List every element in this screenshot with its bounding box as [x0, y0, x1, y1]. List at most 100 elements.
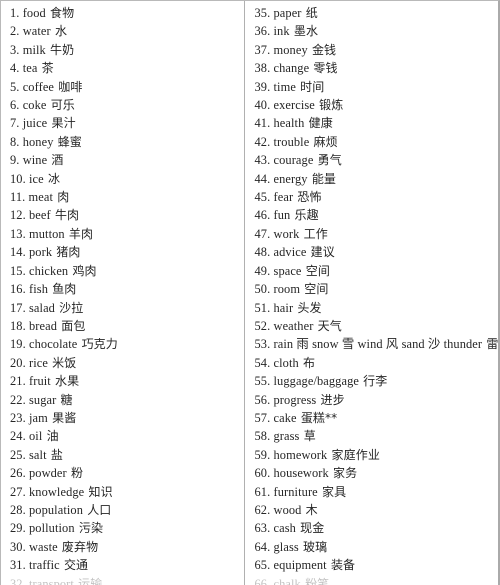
entry-term-english: courage [273, 153, 314, 168]
vocabulary-entry: 56. progress 进步 [255, 391, 494, 409]
entry-gloss-chinese: 空间 [305, 263, 330, 278]
vocabulary-entry: 32. transport 运输 [10, 575, 240, 585]
vocabulary-entry: 16. fish 鱼肉 [10, 280, 240, 298]
entry-gloss-chinese: 水 [54, 24, 68, 39]
entry-gloss-chinese: 蜂蜜 [57, 134, 82, 149]
entry-term-english: chalk [273, 576, 301, 585]
vocabulary-entry: 45. fear 恐怖 [255, 188, 494, 206]
vocabulary-entry: 63. cash 现金 [255, 519, 494, 537]
entry-term-english: work [273, 226, 300, 241]
vocabulary-entry: 14. pork 猪肉 [10, 243, 240, 261]
vocabulary-entry: 51. hair 头发 [255, 299, 494, 317]
entry-number: 49. [254, 263, 271, 278]
entry-number: 56. [254, 392, 271, 407]
entry-gloss-chinese: 鸡肉 [72, 263, 97, 278]
entry-term-english: powder [29, 466, 67, 481]
vocabulary-entry: 36. ink 墨水 [255, 22, 494, 40]
vocabulary-entry: 27. knowledge 知识 [10, 483, 240, 501]
entry-gloss-chinese: 进步 [320, 392, 345, 407]
entry-gloss-chinese: 恐怖 [297, 190, 322, 205]
entry-number: 59. [254, 447, 271, 462]
vocabulary-entry: 42. trouble 麻烦 [255, 133, 494, 151]
document-page: 1. food 食物 2. water 水 3. milk 牛奶 4. tea 茶 5.… [0, 0, 500, 585]
entry-gloss-chinese: 能量 [311, 171, 337, 186]
vocabulary-entry: 52. weather 天气 [255, 317, 494, 335]
vocabulary-entry: 20. rice 米饭 [10, 354, 240, 372]
entry-gloss-chinese: 木 [305, 502, 318, 517]
vocabulary-entry: 47. work 工作 [255, 225, 494, 243]
vocabulary-entry: 18. bread 面包 [10, 317, 240, 335]
vocabulary-entry: 44. energy 能量 [255, 170, 494, 188]
vocabulary-entry: 58. grass 草 [255, 427, 494, 445]
entry-term-english: equipment [273, 558, 327, 573]
vocabulary-entry: 19. chocolate 巧克力 [10, 335, 240, 353]
entry-term-english: fear [273, 190, 294, 205]
entry-number: 15. [10, 263, 26, 278]
entry-gloss-chinese: 家庭作业 [331, 447, 380, 462]
entry-number: 35. [254, 6, 271, 20]
entry-number: 8. [10, 134, 20, 149]
entry-term-english: grass [273, 429, 300, 444]
entry-term-english: tea [22, 61, 38, 76]
entry-number: 2. [10, 24, 20, 39]
right-column: 35. paper 纸 36. ink 墨水 37. money 金钱 38. cha… [243, 1, 498, 585]
entry-number: 39. [254, 79, 271, 94]
entry-term-english: weather [273, 318, 314, 333]
entry-gloss-chinese: 水果 [55, 374, 80, 389]
vocabulary-entry: 2. water 水 [10, 22, 240, 40]
entry-number: 37. [254, 42, 271, 57]
entry-number: 5. [10, 79, 20, 94]
entry-gloss-chinese: 咖啡 [58, 79, 83, 94]
entry-gloss-chinese: 行李 [363, 374, 388, 389]
vocabulary-entry: 12. beef 牛肉 [10, 206, 240, 224]
vocabulary-entry: 5. coffee 咖啡 [10, 78, 240, 96]
entry-number: 47. [254, 226, 271, 241]
entry-gloss-chinese: 天气 [317, 318, 342, 333]
entry-term-english: meat [28, 190, 54, 205]
entry-gloss-chinese: 锻炼 [319, 98, 344, 113]
vocabulary-entry: 11. meat 肉 [10, 188, 240, 206]
entry-gloss-chinese: 茶 [41, 61, 54, 76]
entry-gloss-chinese: 人口 [87, 502, 112, 517]
entry-term-english: ink [273, 24, 290, 39]
entry-number: 13. [10, 226, 26, 241]
entry-term-english: knowledge [29, 484, 85, 499]
vocabulary-entry: 54. cloth 布 [255, 354, 494, 372]
entry-term-english: fun [273, 208, 291, 223]
entry-number: 30. [10, 539, 26, 554]
entry-gloss-chinese: 肉 [57, 190, 70, 205]
entry-number: 17. [10, 300, 26, 315]
entry-term-english: housework [273, 466, 329, 481]
entry-term-english: cash [273, 521, 296, 536]
entry-term-english: paper [273, 6, 302, 20]
entry-gloss-chinese: 麻烦 [313, 134, 338, 149]
entry-number: 19. [10, 337, 26, 352]
entry-number: 45. [254, 190, 271, 205]
vocabulary-entry: 59. homework 家庭作业 [255, 446, 494, 464]
entry-gloss-chinese: 鱼肉 [52, 282, 77, 297]
entry-term-english: cake [273, 410, 297, 425]
entry-gloss-chinese: 草 [303, 429, 316, 444]
entry-term-english: fruit [29, 374, 51, 389]
entry-number: 14. [10, 245, 26, 260]
entry-term-english: honey [22, 134, 54, 149]
entry-gloss-chinese: 运输 [78, 576, 103, 585]
entry-term-english: homework [273, 447, 328, 462]
entry-number: 22. [10, 392, 26, 407]
entry-gloss-chinese: 面包 [61, 318, 86, 333]
entry-term-english: bread [29, 318, 58, 333]
vocabulary-entry: 22. sugar 糖 [10, 391, 240, 409]
entry-gloss-chinese: 酒 [51, 153, 64, 168]
entry-term-english: salad [29, 300, 55, 315]
entry-term-english: cloth [273, 355, 299, 370]
vocabulary-entry: 30. waste 废弃物 [10, 538, 240, 556]
entry-gloss-chinese: 污染 [78, 521, 104, 536]
entry-term-english: mutton [29, 226, 65, 241]
entry-gloss-chinese: 知识 [88, 484, 113, 499]
entry-number: 57. [254, 410, 271, 425]
vocabulary-entry: 23. jam 果酱 [10, 409, 240, 427]
entry-term-english: luggage/baggage [273, 374, 359, 389]
entry-term-english: chicken [29, 263, 69, 278]
entry-gloss-chinese: 食物 [50, 6, 75, 20]
entry-number: 4. [10, 61, 20, 76]
